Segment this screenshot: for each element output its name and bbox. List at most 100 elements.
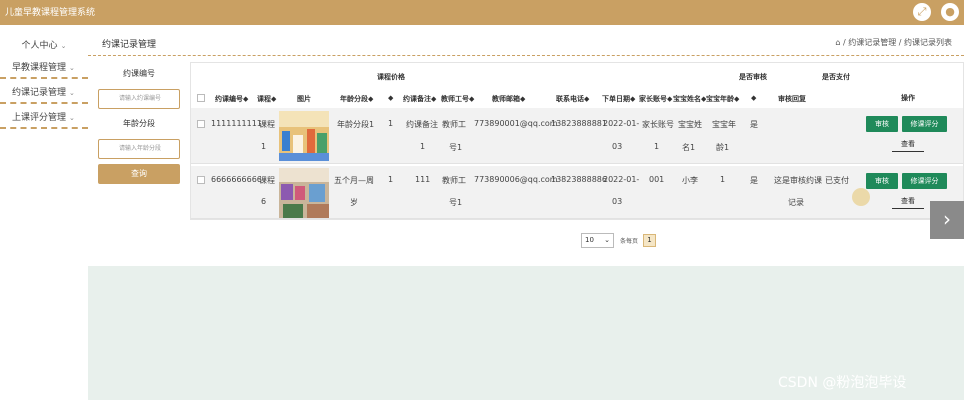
page-title: 约课记录管理 [102,40,157,50]
current-page-button[interactable]: 1 [643,234,656,247]
cell-approved: 是 [750,120,758,129]
cell-paid: 已支付 [825,176,849,185]
col-header-note[interactable]: 约课备注◆ [403,94,436,104]
age-segment-label: 年龄分段 [123,119,155,128]
chevron-down-icon: ⌄ [69,114,75,122]
expand-icon[interactable]: ⤢ [913,3,931,21]
cell-baby-name: 小李 [682,176,698,185]
chevron-down-icon: ⌄ [604,236,610,244]
cell-note: 约课备注 [406,120,438,129]
col-header-booking-id[interactable]: 约课编号◆ [215,94,248,104]
records-table: 课程价格 是否审核 是否支付 操作 约课编号◆ 课程◆ 图片 年龄分段◆ ◆ 约… [190,62,964,220]
col-header-teacher-id[interactable]: 教师工号◆ [441,94,474,104]
col-header-image: 图片 [297,95,311,103]
cell-teacher-id-line2: 号1 [449,143,463,152]
cell-teacher-email: 773890006@qq.com [474,175,558,184]
group-header-price: 课程价格 [377,73,405,81]
cell-baby-name-line2: 名1 [682,143,696,152]
cell-age: 五个月—周 [334,176,374,185]
cell-baby-age-line2: 龄1 [716,143,730,152]
breadcrumb[interactable]: ⌂ / 约课记录管理 / 约课记录列表 [835,37,952,48]
cell-course: 课程 [259,176,275,185]
rate-button[interactable]: 修课评分 [902,116,947,132]
search-button[interactable]: 查询 [98,164,180,184]
view-button[interactable]: 查看 [892,195,924,209]
cell-price: 1 [388,175,394,184]
row-checkbox[interactable] [197,176,205,184]
cell-date: 2022-01- [603,119,640,128]
col-header-approved-sort[interactable]: ◆ [751,94,756,102]
col-header-baby-name[interactable]: 宝宝姓名◆ [673,94,706,104]
cell-age: 年龄分段1 [337,120,375,129]
cell-baby-age: 1 [720,175,726,184]
chevron-down-icon: ⌄ [60,42,67,50]
sidebar-item-booking-manage[interactable]: 约课记录管理 ⌄ [0,82,88,104]
sidebar: 个人中心 ⌄ 早教课程管理 ⌄ 约课记录管理 ⌄ 上课评分管理 ⌄ [0,25,88,400]
booking-id-input[interactable]: 请输入约课编号 [98,89,180,109]
header-divider [88,55,964,56]
group-header-actions: 操作 [901,94,915,102]
chevron-right-icon[interactable]: › [930,201,964,239]
cell-course: 课程 [259,120,275,129]
cell-date: 2022-01- [603,175,640,184]
cell-reply: 这是审核约课 [774,176,822,185]
table-row[interactable]: 1111111111 课程 1 年龄分段1 1 约课备注 1 教师工 号1 77… [191,108,963,164]
chevron-down-icon: ⌄ [69,89,75,97]
row-checkbox[interactable] [197,120,205,128]
age-segment-input[interactable]: 请输入年龄分段 [98,139,180,159]
cell-parent-line2: 1 [654,142,660,151]
sidebar-item-rating-manage[interactable]: 上课评分管理 ⌄ [0,107,88,129]
cell-teacher-email: 773890001@qq.com [474,119,558,128]
page-size-value: 10 [585,236,594,244]
cell-note: 111 [415,175,431,184]
sidebar-item-course-manage[interactable]: 早教课程管理 ⌄ [0,57,88,79]
sidebar-item-profile[interactable]: 个人中心 ⌄ [0,35,88,57]
cell-course-line2: 1 [261,142,267,151]
cell-teacher-id: 教师工 [442,176,466,185]
page-size-label: 条每页 [620,238,639,245]
col-header-date[interactable]: 下单日期◆ [602,94,635,104]
cell-teacher-id: 教师工 [442,120,466,129]
col-header-baby-age[interactable]: 宝宝年龄◆ [706,94,739,104]
user-icon[interactable]: ● [941,3,959,21]
sidebar-item-label: 约课记录管理 [12,88,67,98]
select-all-checkbox[interactable] [197,94,205,102]
cell-phone: 13823888886 [551,175,607,184]
mouse-cursor-icon [852,188,870,206]
cell-phone: 13823888881 [551,119,607,128]
course-image [279,111,329,161]
cell-date-line2: 03 [612,197,623,206]
cell-note-line2: 1 [420,142,426,151]
view-button[interactable]: 查看 [892,138,924,152]
table-row[interactable]: 6666666666 课程 6 五个月—周 岁 1 111 教师工 号1 773… [191,166,963,219]
col-header-phone[interactable]: 联系电话◆ [556,94,589,104]
col-header-reply: 审核回复 [778,95,806,103]
col-header-age[interactable]: 年龄分段◆ [340,94,373,104]
chevron-down-icon: ⌄ [69,64,75,72]
sidebar-item-label: 个人中心 [21,41,58,51]
cell-baby-name: 宝宝姓 [678,120,702,129]
group-header-paid: 是否支付 [822,73,850,81]
col-header-parent[interactable]: 家长账号◆ [639,94,672,104]
sidebar-item-label: 早教课程管理 [12,63,67,73]
col-header-price[interactable]: ◆ [388,94,393,102]
cell-age-line2: 岁 [350,198,358,207]
cell-baby-age: 宝宝年 [712,120,736,129]
col-header-teacher-email[interactable]: 教师邮箱◆ [492,94,525,104]
sidebar-item-label: 上课评分管理 [12,113,67,123]
review-button[interactable]: 审核 [866,173,898,189]
rate-button[interactable]: 修课评分 [902,173,947,189]
col-header-course[interactable]: 课程◆ [257,94,276,104]
cell-booking-id: 1111111111 [211,119,262,128]
review-button[interactable]: 审核 [866,116,898,132]
cell-reply-line2: 记录 [788,198,804,207]
group-header-approved: 是否审核 [739,73,767,81]
cell-teacher-id-line2: 号1 [449,198,463,207]
cell-approved: 是 [750,176,758,185]
course-image [279,168,329,218]
cell-parent: 家长账号 [642,120,674,129]
top-bar: 儿童早教课程管理系统 ⤢ ● [0,0,964,25]
page-size-select[interactable]: 10 ⌄ [581,233,614,248]
app-title: 儿童早教课程管理系统 [5,8,96,18]
cell-parent: 001 [649,175,665,184]
